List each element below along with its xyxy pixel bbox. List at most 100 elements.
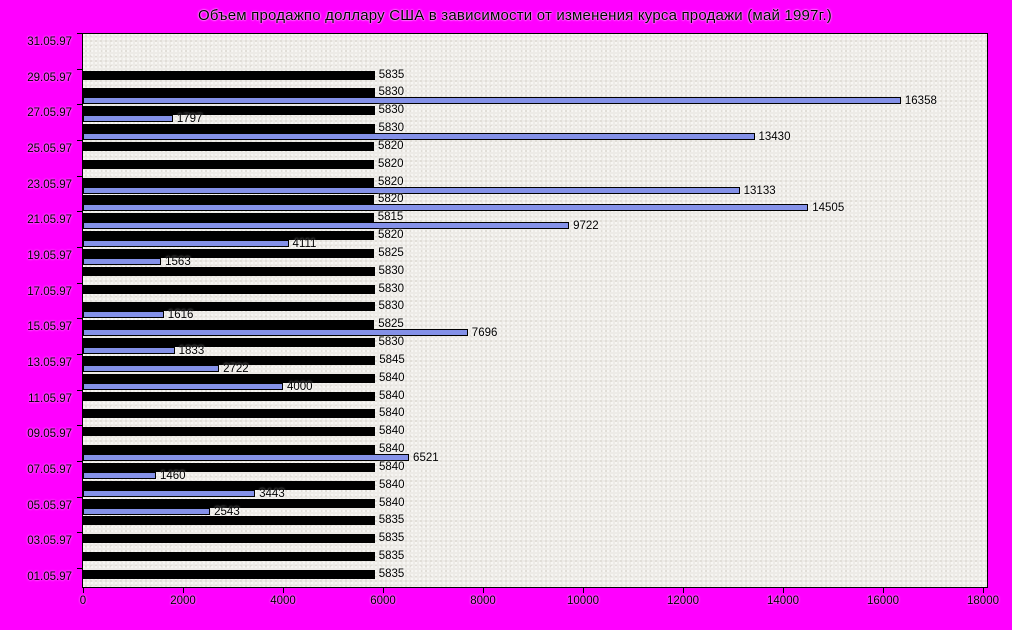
plot-area: 5835 5830 16358 5830 1797 5830 13430 5820 5820 58… (82, 33, 988, 588)
chart-title: Объем продажпо доллару США в зависимости… (197, 7, 833, 24)
rate-bar (83, 391, 375, 401)
chart-row: 5830 1797 (83, 104, 987, 125)
date-axis-label: 11.05.97 (28, 392, 72, 405)
rate-bar (83, 266, 375, 276)
volume-bar (83, 186, 740, 194)
y-axis-tick (77, 282, 82, 284)
volume-bar (83, 364, 220, 372)
rate-value-label: 5820 (378, 157, 404, 170)
rate-bar (83, 231, 374, 241)
chart-row: 5830 (83, 283, 987, 302)
x-axis-tick-label: 6000 (370, 595, 396, 607)
chart-row: 5845 2722 (83, 354, 987, 375)
y-axis-tick (77, 389, 82, 391)
volume-bar (83, 204, 809, 212)
chart-row: 5835 (83, 532, 987, 551)
rate-value-label: 5840 (379, 425, 405, 438)
chart-row: 5840 2543 (83, 496, 987, 517)
volume-bar (83, 222, 570, 230)
rate-value-label: 5840 (379, 407, 405, 420)
y-axis-tick (77, 318, 82, 320)
y-axis-tick (77, 33, 82, 34)
volume-bar (83, 240, 289, 248)
rate-bar (83, 462, 375, 472)
rate-value-label: 5840 (379, 389, 405, 402)
rate-value-label: 5840 (379, 478, 405, 491)
rate-bar (83, 248, 375, 258)
chart-row: 5840 6521 (83, 443, 987, 464)
rate-value-label: 5840 (379, 496, 405, 509)
chart-row: 5820 14505 (83, 194, 987, 214)
chart-row: 5825 1563 (83, 246, 987, 268)
rate-value-label: 5840 (379, 460, 405, 473)
volume-bar (83, 311, 164, 319)
volume-bar (83, 454, 410, 462)
x-axis-tick-label: 14000 (767, 595, 799, 607)
date-axis-label: 19.05.97 (27, 249, 72, 262)
rate-bar (83, 159, 374, 169)
x-axis-tick (283, 588, 284, 593)
rate-bar (83, 320, 375, 330)
x-axis-tick-label: 4000 (270, 595, 296, 607)
rate-value-label: 5840 (379, 371, 405, 384)
x-axis-tick-label: 2000 (170, 595, 196, 607)
rate-value-label: 5820 (378, 229, 404, 242)
rate-bar (83, 141, 374, 151)
volume-bar (83, 115, 173, 123)
chart-row: 5825 7696 (83, 319, 987, 339)
volume-bar (83, 471, 156, 479)
rate-bar (83, 480, 375, 490)
date-axis-label: 03.05.97 (27, 535, 72, 548)
chart-row: 5840 3443 (83, 478, 987, 499)
volume-bar (83, 257, 162, 265)
rate-value-label: 5835 (378, 532, 405, 545)
x-axis-tick (883, 588, 884, 593)
volume-bar (83, 133, 755, 141)
rate-bar (83, 445, 375, 455)
chart-row (83, 34, 987, 52)
rate-bar (83, 284, 375, 294)
x-axis-tick (783, 588, 784, 593)
rate-value-label: 5830 (378, 336, 405, 349)
x-axis-tick (983, 588, 984, 593)
date-axis-label: 15.05.97 (27, 321, 72, 334)
chart-row: 5820 (83, 157, 987, 177)
rate-value-label: 5830 (378, 264, 405, 277)
volume-bar (83, 382, 283, 390)
rate-bar (83, 409, 375, 419)
rate-bar (83, 516, 375, 526)
rate-bar (83, 213, 374, 223)
y-axis-tick (77, 247, 82, 249)
y-axis-tick (77, 175, 82, 177)
chart-row: 5840 (83, 425, 987, 444)
rate-bar (83, 195, 374, 205)
chart-row: 5830 1616 (83, 300, 987, 321)
x-axis-tick-label: 10000 (567, 595, 599, 607)
chart-row: 5840 (83, 408, 987, 426)
chart-row: 5840 1460 (83, 460, 987, 482)
rate-value-label: 5830 (378, 300, 405, 313)
rate-value-label: 5820 (378, 139, 404, 152)
rate-bar (83, 106, 375, 116)
chart-row (83, 52, 987, 70)
chart-row: 5830 16358 (83, 87, 987, 107)
rate-value-label: 5835 (378, 567, 405, 580)
chart-row: 5835 (83, 550, 987, 569)
y-axis-tick (77, 568, 82, 570)
date-axis-label: 31.05.97 (27, 35, 72, 48)
rate-value-label: 5825 (378, 246, 404, 259)
x-axis-tick (483, 588, 484, 593)
volume-bar (83, 329, 468, 337)
chart-row: 5835 (83, 68, 987, 88)
y-axis-tick (77, 68, 82, 70)
rate-value-label: 5830 (378, 104, 405, 117)
x-axis-tick (83, 588, 84, 593)
volume-bar (83, 347, 175, 355)
chart-row: 5835 (83, 515, 987, 533)
rate-value-label: 5835 (378, 68, 405, 81)
rate-bar (83, 70, 375, 80)
rate-bar (83, 552, 375, 562)
y-axis-tick (77, 354, 82, 356)
date-axis-label: 09.05.97 (27, 428, 72, 441)
y-axis-tick (77, 532, 82, 534)
